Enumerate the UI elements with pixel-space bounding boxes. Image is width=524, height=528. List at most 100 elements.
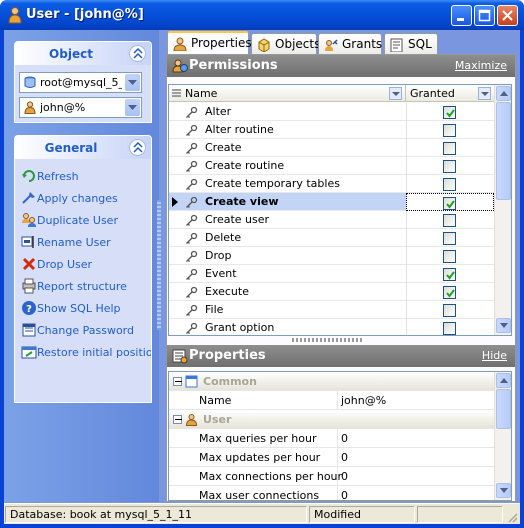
property-row[interactable]: Max updates per hour 0	[169, 448, 495, 467]
granted-checkbox[interactable]	[443, 142, 456, 155]
granted-checkbox[interactable]	[443, 232, 456, 245]
property-row[interactable]: Max user connections 0	[169, 486, 495, 501]
database-connection-icon	[24, 76, 36, 88]
permissions-title: Permissions	[189, 58, 278, 73]
name-column-filter-button[interactable]	[389, 87, 402, 100]
property-name: Max user connections	[199, 489, 320, 501]
column-divider	[337, 486, 338, 500]
properties-grid[interactable]: Common Name john@% User Max queries per hour…	[168, 371, 512, 501]
granted-checkbox[interactable]	[443, 124, 456, 137]
scroll-thumb[interactable]	[496, 102, 511, 200]
permissions-header: Permissions Maximize	[167, 55, 515, 77]
permission-row[interactable]: Alter routine	[169, 121, 495, 139]
scroll-up-button[interactable]	[496, 86, 511, 101]
props-scroll-thumb[interactable]	[496, 389, 511, 429]
resize-grip-icon[interactable]	[506, 511, 518, 523]
permission-row[interactable]: Create	[169, 139, 495, 157]
granted-cell[interactable]	[406, 103, 494, 121]
connection-dropdown-button[interactable]	[125, 74, 140, 91]
granted-checkbox[interactable]	[443, 106, 456, 119]
granted-cell[interactable]	[406, 211, 494, 229]
granted-column-header[interactable]: Granted	[406, 85, 495, 102]
connection-select[interactable]: root@mysql_5_1_	[19, 72, 142, 93]
granted-cell[interactable]	[406, 121, 494, 139]
name-column-header[interactable]: Name	[169, 85, 406, 102]
granted-checkbox[interactable]	[443, 268, 456, 281]
property-value[interactable]: 0	[341, 470, 348, 483]
granted-checkbox[interactable]	[443, 322, 456, 335]
horizontal-splitter[interactable]	[292, 338, 362, 342]
permission-row[interactable]: File	[169, 301, 495, 319]
tab-properties[interactable]: Properties	[167, 31, 252, 55]
general-panel-header: General	[15, 136, 151, 159]
props-scroll-down-button[interactable]	[496, 483, 511, 498]
property-value[interactable]: 0	[341, 489, 348, 500]
collapse-toggle[interactable]	[173, 415, 182, 424]
tab-label: Objects	[275, 37, 321, 51]
permission-row[interactable]: Event	[169, 265, 495, 283]
key-icon	[186, 322, 198, 334]
object-panel-collapse-button[interactable]	[129, 45, 146, 62]
minimize-button[interactable]	[451, 5, 472, 26]
checkmark-icon	[446, 289, 455, 298]
scroll-down-button[interactable]	[496, 318, 511, 333]
property-row[interactable]: Max queries per hour 0	[169, 429, 495, 448]
vertical-splitter[interactable]	[157, 200, 161, 330]
granted-column-filter-button[interactable]	[478, 87, 491, 100]
permission-row[interactable]: Drop	[169, 247, 495, 265]
granted-cell[interactable]	[406, 283, 494, 301]
property-value[interactable]: 0	[341, 432, 348, 445]
general-panel-collapse-button[interactable]	[129, 139, 146, 156]
granted-cell[interactable]	[406, 175, 494, 193]
property-value[interactable]: john@%	[341, 394, 386, 407]
granted-cell[interactable]	[406, 229, 494, 247]
granted-checkbox[interactable]	[443, 250, 456, 263]
user-dropdown-button[interactable]	[125, 99, 140, 116]
permission-row[interactable]: Create view	[169, 193, 495, 211]
permission-row[interactable]: Alter	[169, 103, 495, 121]
granted-checkbox[interactable]	[443, 214, 456, 227]
permissions-scrollbar[interactable]	[494, 85, 511, 335]
user-select[interactable]: john@%	[19, 97, 142, 118]
granted-cell[interactable]	[406, 301, 494, 319]
granted-cell[interactable]	[406, 247, 494, 265]
property-category[interactable]: User	[169, 410, 495, 429]
hide-link[interactable]: Hide	[482, 349, 507, 362]
granted-checkbox[interactable]	[443, 178, 456, 191]
permission-name: Drop	[205, 249, 232, 262]
granted-checkbox[interactable]	[443, 304, 456, 317]
key-icon	[186, 304, 198, 316]
permissions-grid[interactable]: Name Granted Alter Alter routine Create Cre…	[168, 84, 512, 336]
granted-cell[interactable]	[406, 139, 494, 157]
granted-cell[interactable]	[406, 157, 494, 175]
maximize-button[interactable]	[474, 5, 495, 26]
granted-cell[interactable]	[406, 193, 494, 211]
property-value[interactable]: 0	[341, 451, 348, 464]
granted-cell[interactable]	[406, 265, 494, 283]
maximize-link[interactable]: Maximize	[455, 59, 507, 72]
property-category[interactable]: Common	[169, 372, 495, 391]
grid-menu-icon	[172, 89, 181, 97]
permission-row[interactable]: Create routine	[169, 157, 495, 175]
permission-name: Execute	[205, 285, 249, 298]
permission-row[interactable]: Create temporary tables	[169, 175, 495, 193]
collapse-toggle[interactable]	[173, 377, 182, 386]
granted-cell[interactable]	[406, 319, 494, 335]
permission-row[interactable]: Create user	[169, 211, 495, 229]
property-row[interactable]: Max connections per hour 0	[169, 467, 495, 486]
granted-checkbox[interactable]	[443, 197, 456, 210]
title-bar[interactable]: User - [john@%]	[0, 0, 524, 30]
permission-row[interactable]: Grant option	[169, 319, 495, 335]
close-button[interactable]	[497, 5, 518, 26]
permission-row[interactable]: Execute	[169, 283, 495, 301]
tab-grants[interactable]: Grants	[318, 33, 382, 55]
property-row[interactable]: Name john@%	[169, 391, 495, 410]
properties-scrollbar[interactable]	[494, 372, 511, 500]
tab-objects[interactable]: Objects	[251, 33, 321, 55]
granted-checkbox[interactable]	[443, 286, 456, 299]
granted-checkbox[interactable]	[443, 160, 456, 173]
props-scroll-up-button[interactable]	[496, 373, 511, 388]
tab-sql[interactable]: SQL	[384, 33, 438, 55]
permission-row[interactable]: Delete	[169, 229, 495, 247]
key-icon	[186, 178, 198, 190]
